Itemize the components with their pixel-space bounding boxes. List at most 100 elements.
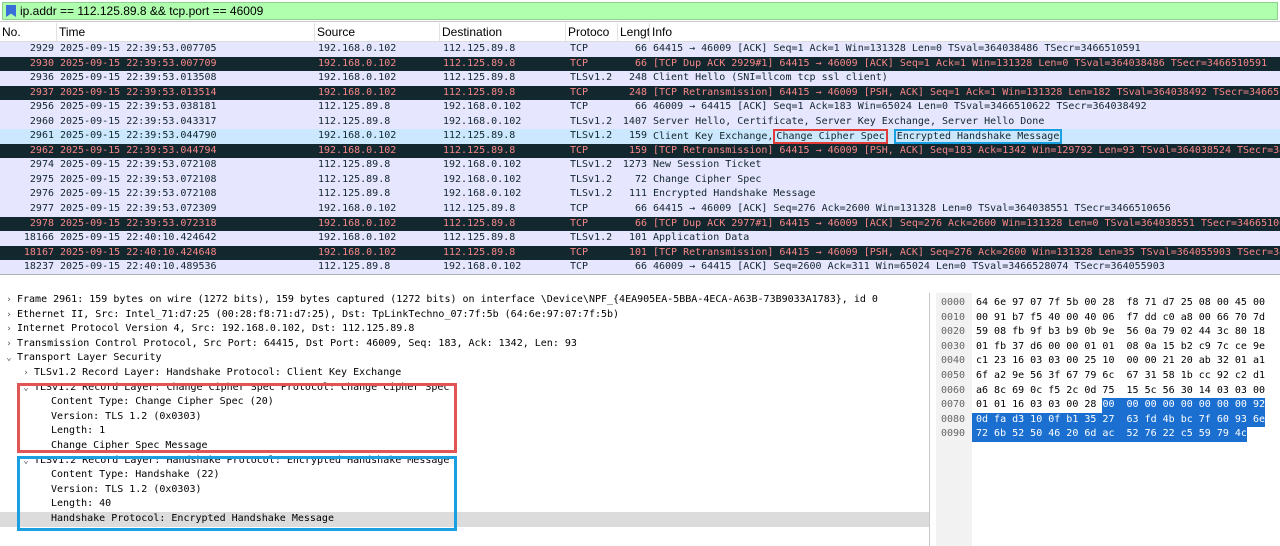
packet-number: 2960: [29, 115, 54, 127]
packet-length: 101: [628, 232, 647, 244]
detail-tree-item[interactable]: › Frame 2961: 159 bytes on wire (1272 bit…: [0, 293, 929, 308]
detail-tree-item[interactable]: › TLSv1.2 Record Layer: Handshake Protoco…: [0, 366, 929, 381]
column-header-source[interactable]: Source: [315, 23, 440, 41]
expand-arrow-icon[interactable]: ⌄: [21, 381, 31, 396]
packet-row[interactable]: 2978 2025-09-15 22:39:53.072318 192.168.0.…: [0, 216, 1280, 232]
packet-number: 18237: [23, 261, 54, 273]
hex-row[interactable]: 0080 0d fa d3 10 0f b1 35 27 63 fd 4b bc …: [936, 412, 1265, 428]
hex-row[interactable]: 0020 59 08 fb 9f b3 b9 0b 9e 56 0a 79 02 …: [936, 325, 1265, 340]
packet-bytes-pane[interactable]: 0000 64 6e 97 07 7f 5b 00 28 f8 71 d7 25 …: [936, 293, 1280, 546]
column-header-info[interactable]: Info: [650, 23, 1280, 41]
packet-row[interactable]: 2962 2025-09-15 22:39:53.044794 192.168.0.…: [0, 143, 1280, 159]
hex-offset: 0050: [941, 370, 966, 381]
packet-row[interactable]: 18167 2025-09-15 22:40:10.424648 192.168.0…: [0, 245, 1280, 261]
detail-tree-item[interactable]: Content Type: Handshake (22): [0, 468, 929, 483]
packet-row[interactable]: 2929 2025-09-15 22:39:53.007705 192.168.0.…: [0, 42, 1280, 57]
packet-row[interactable]: 2977 2025-09-15 22:39:53.072309 192.168.0.…: [0, 202, 1280, 217]
packet-row[interactable]: 2974 2025-09-15 22:39:53.072108 112.125.89…: [0, 158, 1280, 173]
detail-tree-item[interactable]: Content Type: Change Cipher Spec (20): [0, 395, 929, 410]
detail-tree-item[interactable]: › Internet Protocol Version 4, Src: 192.1…: [0, 322, 929, 337]
column-header-no[interactable]: No.: [0, 23, 57, 41]
hex-row[interactable]: 0070 01 01 16 03 03 00 28 00 00 00 00 00 …: [936, 398, 1265, 413]
detail-tree-item[interactable]: Length: 40: [0, 497, 929, 512]
packet-info: Change Cipher Spec: [653, 173, 762, 185]
collapse-arrow-icon[interactable]: ›: [4, 322, 14, 337]
hex-row[interactable]: 0030 01 fb 37 d6 00 00 01 01 08 0a 15 b2 …: [936, 340, 1265, 355]
packet-length: 1407: [622, 115, 647, 127]
detail-tree-item[interactable]: Version: TLS 1.2 (0x0303): [0, 410, 929, 425]
packet-row[interactable]: 2960 2025-09-15 22:39:53.043317 112.125.89…: [0, 114, 1280, 130]
detail-tree-item[interactable]: ⌄ Transport Layer Security: [0, 351, 929, 366]
packet-info: Server Hello, Certificate, Server Key Ex…: [653, 115, 1045, 127]
detail-tree-item[interactable]: ⌄ TLSv1.2 Record Layer: Handshake Protoco…: [0, 454, 929, 469]
hex-offset: 0090: [941, 428, 966, 440]
packet-info: 64415 → 46009 [ACK] Seq=276 Ack=2600 Win…: [653, 203, 1171, 215]
detail-tree-item[interactable]: Length: 1: [0, 424, 929, 439]
hex-row[interactable]: 0060 a6 8c 69 0c f5 2c 0d 75 15 5c 56 30 …: [936, 384, 1265, 399]
packet-row[interactable]: 2930 2025-09-15 22:39:53.007709 192.168.0.…: [0, 56, 1280, 72]
packet-info: 46009 → 64415 [ACK] Seq=1 Ack=183 Win=65…: [653, 101, 1147, 113]
hex-offset: 0010: [941, 311, 966, 323]
packet-info: [TCP Retransmission] 64415 → 46009 [PSH,…: [653, 86, 1280, 98]
expand-arrow-icon[interactable]: ⌄: [21, 454, 31, 469]
column-header-protocol[interactable]: Protoco: [566, 23, 618, 41]
packet-protocol: TCP: [570, 261, 589, 273]
packet-destination: 192.168.0.102: [443, 173, 522, 185]
collapse-arrow-icon[interactable]: ›: [4, 308, 14, 323]
packet-length: 159: [628, 130, 647, 142]
packet-length: 248: [628, 86, 647, 98]
detail-tree-item[interactable]: Handshake Protocol: Encrypted Handshake …: [0, 511, 929, 527]
packet-number: 2976: [29, 188, 54, 200]
packet-time: 2025-09-15 22:39:53.072108: [60, 173, 217, 185]
collapse-arrow-icon[interactable]: ›: [21, 366, 31, 381]
packet-list[interactable]: No. Time Source Destination Protoco Leng…: [0, 23, 1280, 275]
hex-row[interactable]: 0000 64 6e 97 07 7f 5b 00 28 f8 71 d7 25 …: [936, 296, 1265, 311]
packet-protocol: TLSv1.2: [570, 72, 613, 84]
collapse-arrow-icon[interactable]: ›: [4, 337, 14, 352]
packet-info: [TCP Dup ACK 2929#1] 64415 → 46009 [ACK]…: [653, 57, 1268, 69]
highlight-change-cipher-spec: Change Cipher Spec: [773, 129, 888, 145]
packet-row[interactable]: 18166 2025-09-15 22:40:10.424642 192.168.0…: [0, 231, 1280, 246]
packet-row[interactable]: 2961 2025-09-15 22:39:53.044790 192.168.0.…: [0, 129, 1280, 145]
packet-destination: 112.125.89.8: [443, 72, 516, 84]
packet-details-pane[interactable]: › Frame 2961: 159 bytes on wire (1272 bit…: [0, 293, 930, 546]
detail-tree-item[interactable]: ⌄ TLSv1.2 Record Layer: Change Cipher Spe…: [0, 381, 929, 396]
packet-row[interactable]: 2976 2025-09-15 22:39:53.072108 112.125.89…: [0, 187, 1280, 203]
packet-row[interactable]: 2956 2025-09-15 22:39:53.038181 112.125.89…: [0, 100, 1280, 115]
packet-info: 46009 → 64415 [ACK] Seq=2600 Ack=311 Win…: [653, 261, 1165, 273]
packet-info: [TCP Dup ACK 2977#1] 64415 → 46009 [ACK]…: [653, 217, 1280, 229]
packet-number: 2978: [29, 217, 54, 229]
detail-tree-item[interactable]: › Transmission Control Protocol, Src Port…: [0, 337, 929, 352]
hex-row[interactable]: 0090 72 6b 52 50 46 20 6d ac 52 76 22 c5 …: [936, 427, 1247, 442]
display-filter-input[interactable]: ip.addr == 112.125.89.8 && tcp.port == 4…: [2, 2, 1278, 20]
column-header-destination[interactable]: Destination: [440, 23, 566, 41]
detail-tree-item[interactable]: Change Cipher Spec Message: [0, 439, 929, 454]
packet-list-header: No. Time Source Destination Protoco Leng…: [0, 23, 1280, 42]
hex-row[interactable]: 0010 00 91 b7 f5 40 00 40 06 f7 dd c0 a8 …: [936, 311, 1265, 326]
collapse-arrow-icon[interactable]: ›: [4, 293, 14, 308]
packet-row[interactable]: 18237 2025-09-15 22:40:10.489536 112.125.8…: [0, 260, 1280, 274]
hex-row[interactable]: 0050 6f a2 9e 56 3f 67 79 6c 67 31 58 1b …: [936, 369, 1265, 384]
packet-number: 18166: [23, 232, 54, 244]
packet-time: 2025-09-15 22:40:10.424648: [60, 246, 217, 258]
packet-source: 112.125.89.8: [318, 188, 391, 200]
detail-tree-item[interactable]: Version: TLS 1.2 (0x0303): [0, 483, 929, 498]
detail-tree-item[interactable]: › Ethernet II, Src: Intel_71:d7:25 (00:28…: [0, 308, 929, 323]
packet-number: 2956: [29, 101, 54, 113]
packet-source: 192.168.0.102: [318, 72, 397, 84]
column-header-length[interactable]: Lengt: [618, 23, 650, 41]
packet-row[interactable]: 2936 2025-09-15 22:39:53.013508 192.168.0.…: [0, 71, 1280, 86]
packet-row[interactable]: 2937 2025-09-15 22:39:53.013514 192.168.0.…: [0, 85, 1280, 101]
hex-row[interactable]: 0040 c1 23 16 03 03 00 25 10 00 00 21 20 …: [936, 354, 1265, 369]
packet-row[interactable]: 2975 2025-09-15 22:39:53.072108 112.125.89…: [0, 172, 1280, 188]
packet-protocol: TCP: [570, 43, 589, 54]
bookmark-icon[interactable]: [6, 5, 16, 17]
detail-tree-label: Length: 1: [51, 425, 106, 437]
detail-tree-label: Handshake Protocol: Encrypted Handshake …: [51, 512, 334, 524]
hex-offset: 0000: [941, 297, 966, 308]
column-header-time[interactable]: Time: [57, 23, 315, 41]
expand-arrow-icon[interactable]: ⌄: [4, 351, 14, 366]
packet-destination: 112.125.89.8: [443, 246, 516, 258]
packet-info: Encrypted Handshake Message: [653, 188, 816, 200]
packet-number: 2937: [29, 86, 54, 98]
